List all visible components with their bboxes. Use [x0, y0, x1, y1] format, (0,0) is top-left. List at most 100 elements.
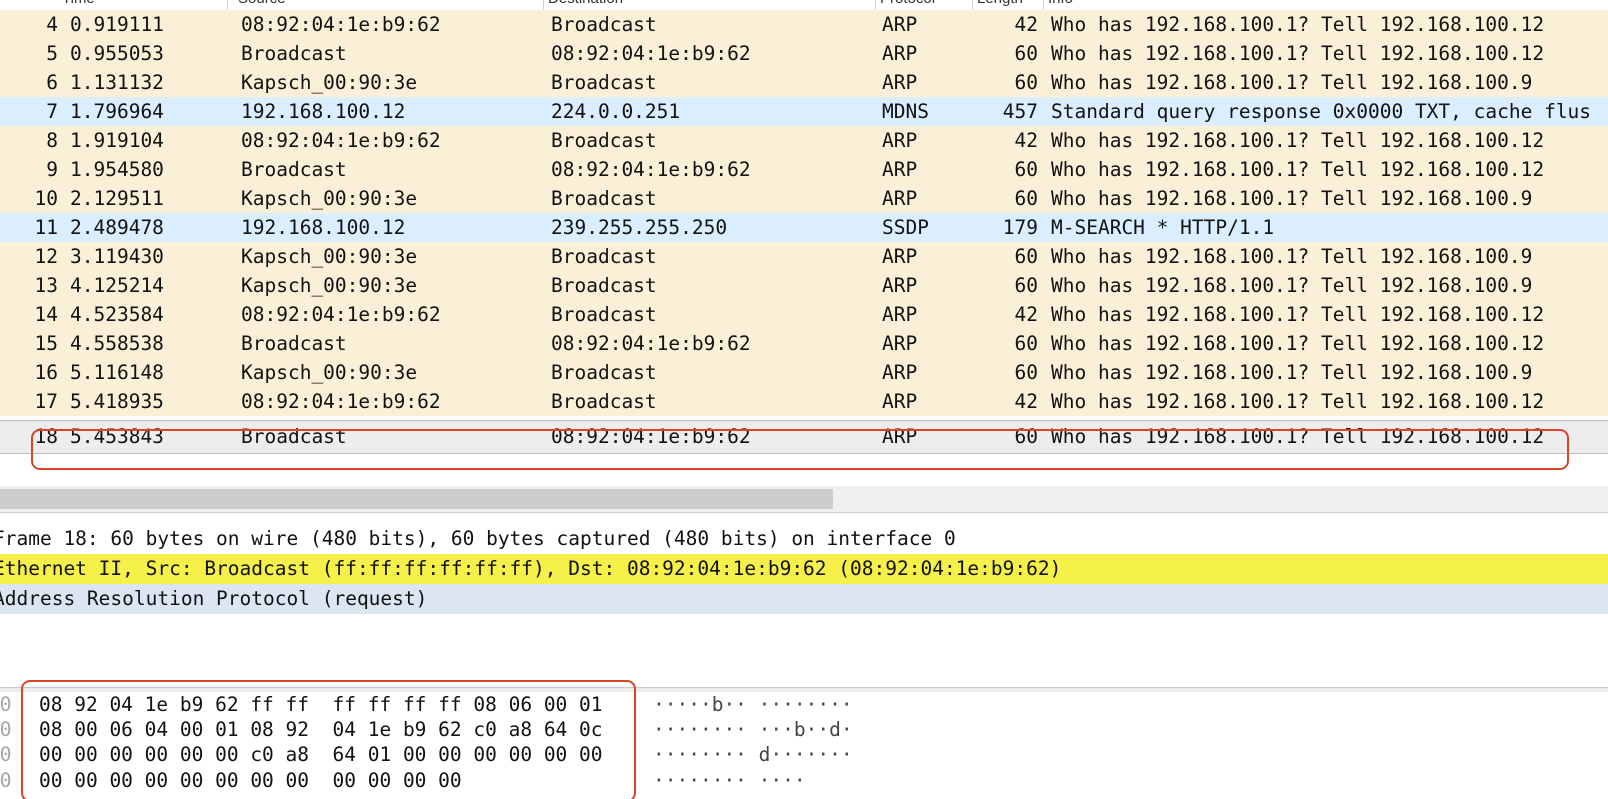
packet-info: Who has 192.168.100.1? Tell 192.168.100.… [1051, 42, 1545, 65]
packet-time: 2.129511 [70, 187, 164, 210]
detail-ethernet[interactable]: Ethernet II, Src: Broadcast (ff:ff:ff:ff… [0, 554, 1608, 584]
packet-source: Broadcast [241, 332, 347, 355]
packet-info: Who has 192.168.100.1? Tell 192.168.100.… [1051, 71, 1533, 94]
packet-time: 4.523584 [70, 303, 164, 326]
column-header-time[interactable]: Time [58, 0, 228, 10]
packet-row[interactable]: 8 1.919104 08:92:04:1e:b9:62 Broadcast ARP 42… [0, 126, 1608, 155]
packet-row[interactable]: 10 2.129511 Kapsch_00:90:3e Broadcast ARP 60 W… [0, 184, 1608, 213]
packet-protocol: ARP [882, 303, 918, 326]
packet-info: Who has 192.168.100.1? Tell 192.168.100.… [1051, 303, 1545, 326]
packet-row[interactable]: 17 5.418935 08:92:04:1e:b9:62 Broadcast ARP 4… [0, 387, 1608, 416]
packet-time: 5.116148 [70, 361, 164, 384]
bytes-offset[interactable]: 00 [0, 692, 11, 718]
packet-bytes: 00 08 92 04 1e b9 62 ff ff ff ff ff ff 08… [0, 692, 1608, 799]
packet-destination: Broadcast [551, 187, 657, 210]
packet-time: 1.131132 [70, 71, 164, 94]
detail-arp[interactable]: Address Resolution Protocol (request) [0, 584, 1608, 614]
packet-protocol: ARP [882, 71, 918, 94]
bytes-hex[interactable]: 00 00 00 00 00 00 c0 a8 64 01 00 00 00 0… [39, 742, 603, 768]
packet-number: 6 [46, 71, 58, 94]
wireshark-window: Time Source Destination Protocol Length … [0, 0, 1608, 799]
packet-info: Who has 192.168.100.1? Tell 192.168.100.… [1051, 332, 1545, 355]
packet-destination: Broadcast [551, 390, 657, 413]
packet-protocol: ARP [882, 245, 918, 268]
bytes-row: 20 00 00 00 00 00 00 c0 a8 64 01 00 00 00… [0, 742, 1608, 768]
bytes-ascii[interactable]: ········ ···· [653, 768, 806, 794]
bytes-hex[interactable]: 08 00 06 04 00 01 08 92 04 1e b9 62 c0 a… [39, 717, 603, 743]
packet-time: 2.489478 [70, 216, 164, 239]
packet-number: 12 [34, 245, 58, 268]
packet-row[interactable]: 14 4.523584 08:92:04:1e:b9:62 Broadcast ARP 4… [0, 300, 1608, 329]
packet-number: 16 [34, 361, 58, 384]
packet-source: Kapsch_00:90:3e [241, 274, 418, 297]
packet-source: Kapsch_00:90:3e [241, 187, 418, 210]
bytes-offset[interactable]: 10 [0, 717, 11, 743]
packet-destination: 08:92:04:1e:b9:62 [551, 158, 751, 181]
packet-length: 60 [1014, 42, 1038, 65]
packet-row[interactable]: 6 1.131132 Kapsch_00:90:3e Broadcast ARP 60 Wh… [0, 68, 1608, 97]
packet-info: Who has 192.168.100.1? Tell 192.168.100.… [1051, 361, 1533, 384]
packet-row[interactable]: 7 1.796964 192.168.100.12 224.0.0.251 MDNS 45… [0, 97, 1608, 126]
packet-protocol: ARP [882, 187, 918, 210]
packet-number: 5 [46, 42, 58, 65]
column-header-destination[interactable]: Destination [544, 0, 876, 10]
packet-number: 15 [34, 332, 58, 355]
packet-row[interactable]: 4 0.919111 08:92:04:1e:b9:62 Broadcast ARP 42… [0, 10, 1608, 39]
bytes-offset[interactable]: 20 [0, 742, 11, 768]
packet-protocol: ARP [882, 332, 918, 355]
packet-source: 08:92:04:1e:b9:62 [241, 13, 441, 36]
detail-frame[interactable]: Frame 18: 60 bytes on wire (480 bits), 6… [0, 524, 1608, 554]
packet-number: 14 [34, 303, 58, 326]
packet-length: 60 [1014, 332, 1038, 355]
packet-length: 457 [1002, 100, 1038, 123]
packet-number: 11 [34, 216, 58, 239]
column-header-source[interactable]: Source [234, 0, 544, 10]
packet-length: 60 [1014, 425, 1038, 448]
packet-length: 42 [1014, 303, 1038, 326]
detail-frame-label: Frame 18: 60 bytes on wire (480 bits), 6… [0, 527, 956, 550]
packet-destination: Broadcast [551, 245, 657, 268]
packet-length: 60 [1014, 274, 1038, 297]
packet-destination: Broadcast [551, 361, 657, 384]
packet-source: 08:92:04:1e:b9:62 [241, 303, 441, 326]
packet-info: Who has 192.168.100.1? Tell 192.168.100.… [1051, 187, 1533, 210]
packet-row[interactable]: 9 1.954580 Broadcast 08:92:04:1e:b9:62 ARP 60… [0, 155, 1608, 184]
packet-number: 13 [34, 274, 58, 297]
packet-destination: Broadcast [551, 71, 657, 94]
packet-info: Who has 192.168.100.1? Tell 192.168.100.… [1051, 274, 1533, 297]
bytes-ascii[interactable]: ········ ···b··d· [653, 717, 853, 743]
packet-destination: 08:92:04:1e:b9:62 [551, 332, 751, 355]
bytes-hex[interactable]: 00 00 00 00 00 00 00 00 00 00 00 00 [39, 768, 462, 794]
scrollbar-thumb[interactable] [0, 489, 833, 509]
packet-length: 60 [1014, 245, 1038, 268]
column-header-length[interactable]: Length [973, 0, 1044, 10]
packet-protocol: ARP [882, 425, 918, 448]
packet-row[interactable]: 11 2.489478 192.168.100.12 239.255.255.250 S… [0, 213, 1608, 242]
packet-row[interactable]: 15 4.558538 Broadcast 08:92:04:1e:b9:62 ARP 6… [0, 329, 1608, 358]
packet-row[interactable]: 13 4.125214 Kapsch_00:90:3e Broadcast ARP 60 W… [0, 271, 1608, 300]
packet-protocol: ARP [882, 42, 918, 65]
packet-row[interactable]: 16 5.116148 Kapsch_00:90:3e Broadcast ARP 60 W… [0, 358, 1608, 387]
bytes-offset[interactable]: 30 [0, 768, 11, 794]
bytes-hex[interactable]: 08 92 04 1e b9 62 ff ff ff ff ff ff 08 0… [39, 692, 603, 718]
packet-source: Kapsch_00:90:3e [241, 245, 418, 268]
column-header-protocol[interactable]: Protocol [876, 0, 973, 10]
packet-list-horizontal-scrollbar[interactable] [0, 486, 1608, 513]
packet-destination: 08:92:04:1e:b9:62 [551, 425, 751, 448]
packet-row[interactable]: 12 3.119430 Kapsch_00:90:3e Broadcast ARP 60 W… [0, 242, 1608, 271]
bytes-ascii[interactable]: ········ d······· [653, 742, 853, 768]
packet-length: 42 [1014, 390, 1038, 413]
packet-info: M-SEARCH * HTTP/1.1 [1051, 216, 1275, 239]
packet-row[interactable]: 18 5.453843 Broadcast 08:92:04:1e:b9:62 ARP 6… [0, 420, 1608, 454]
packet-list: Time Source Destination Protocol Length … [0, 0, 1608, 484]
packet-source: Broadcast [241, 42, 347, 65]
packet-protocol: ARP [882, 158, 918, 181]
bytes-ascii[interactable]: ·····b·· ········ [653, 692, 853, 718]
packet-protocol: ARP [882, 13, 918, 36]
packet-row[interactable]: 5 0.955053 Broadcast 08:92:04:1e:b9:62 ARP 60… [0, 39, 1608, 68]
packet-info: Who has 192.168.100.1? Tell 192.168.100.… [1051, 425, 1545, 448]
column-header-info[interactable]: Info [1044, 0, 1608, 10]
packet-time: 1.919104 [70, 129, 164, 152]
packet-protocol: ARP [882, 129, 918, 152]
packet-destination: Broadcast [551, 13, 657, 36]
